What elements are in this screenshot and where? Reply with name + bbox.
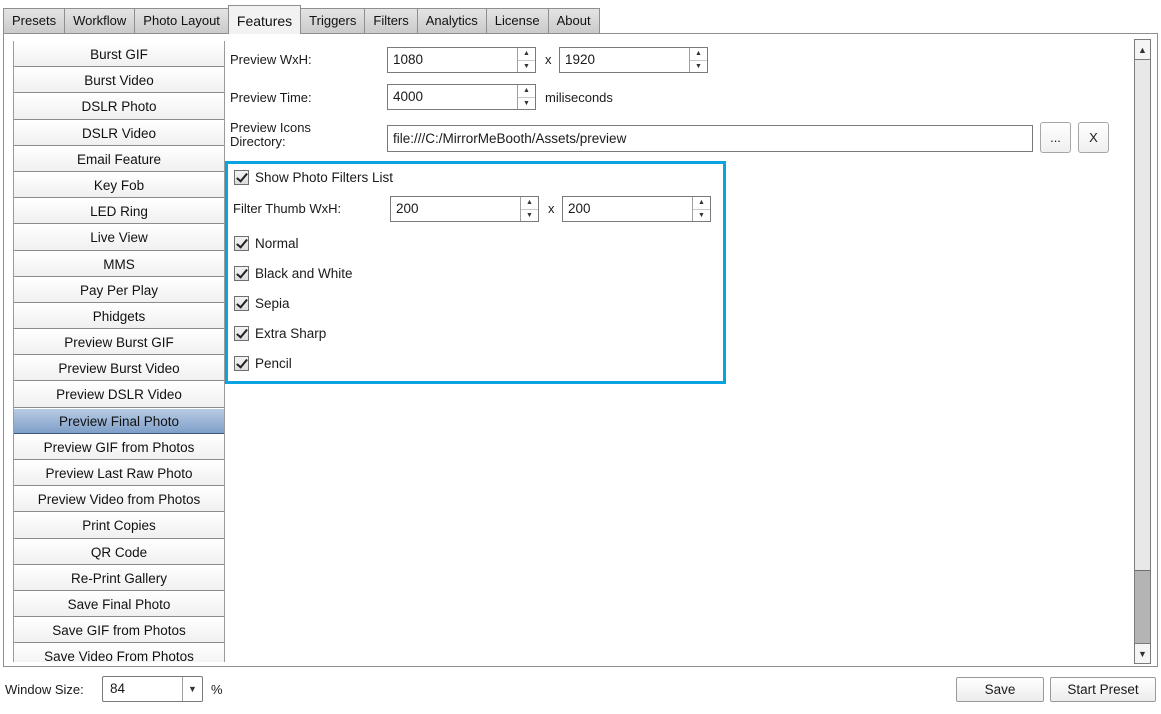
chevron-down-icon[interactable]: ▼ [182,677,202,701]
filter-pencil-checkbox[interactable]: Pencil [234,356,292,371]
show-photo-filters-checkbox[interactable]: Show Photo Filters List [234,170,393,185]
tab-triggers[interactable]: Triggers [300,8,366,34]
spin-up-icon[interactable]: ▲ [521,197,538,210]
filter-sepia-label: Sepia [255,296,290,311]
preview-wxh-label: Preview WxH: [230,52,312,67]
feature-item-led-ring[interactable]: LED Ring [14,198,224,225]
spin-up-icon[interactable]: ▲ [518,48,535,61]
tab-about[interactable]: About [547,8,600,34]
checkbox-checked-icon[interactable] [234,326,249,341]
spin-down-icon[interactable]: ▼ [693,210,710,222]
feature-item-re-print-gallery[interactable]: Re-Print Gallery [14,564,224,591]
filter-thumb-height-spinner[interactable]: 200 ▲ ▼ [562,196,711,222]
filter-normal-label: Normal [255,236,299,251]
preview-time-label: Preview Time: [230,90,312,105]
feature-list: Burst GIF Burst Video DSLR Photo DSLR Vi… [13,41,225,662]
preview-width-spinner[interactable]: 1080 ▲ ▼ [387,47,536,73]
feature-item-live-view[interactable]: Live View [14,224,224,251]
feature-item-burst-gif[interactable]: Burst GIF [14,41,224,68]
filter-sepia-checkbox[interactable]: Sepia [234,296,290,311]
preview-icons-dir-input[interactable]: file:///C:/MirrorMeBooth/Assets/preview [387,125,1033,152]
feature-item-pay-per-play[interactable]: Pay Per Play [14,276,224,303]
tab-photo-layout[interactable]: Photo Layout [134,8,229,34]
feature-item-preview-dslr-video[interactable]: Preview DSLR Video [14,381,224,408]
start-preset-button[interactable]: Start Preset [1050,677,1156,702]
feature-item-mms[interactable]: MMS [14,250,224,277]
preview-height-value[interactable]: 1920 [560,48,689,72]
window-size-value[interactable]: 84 [103,677,182,701]
preview-height-spinner[interactable]: 1920 ▲ ▼ [559,47,708,73]
photo-filters-highlight: Show Photo Filters List Filter Thumb WxH… [225,161,726,384]
feature-item-qr-code[interactable]: QR Code [14,538,224,565]
filter-thumb-label: Filter Thumb WxH: [233,201,342,216]
save-button[interactable]: Save [956,677,1044,702]
filter-extra-sharp-label: Extra Sharp [255,326,327,341]
tab-presets[interactable]: Presets [3,8,66,34]
filter-black-and-white-label: Black and White [255,266,353,281]
tab-features[interactable]: Features [227,5,302,34]
preview-time-unit: miliseconds [545,90,613,105]
feature-item-save-video-from-photos[interactable]: Save Video From Photos [14,643,224,662]
feature-item-dslr-video[interactable]: DSLR Video [14,119,224,146]
feature-item-save-gif-from-photos[interactable]: Save GIF from Photos [14,617,224,644]
checkbox-checked-icon[interactable] [234,236,249,251]
feature-item-preview-burst-gif[interactable]: Preview Burst GIF [14,329,224,356]
tab-workflow[interactable]: Workflow [64,8,136,34]
tab-analytics[interactable]: Analytics [416,8,487,34]
spin-down-icon[interactable]: ▼ [518,98,535,110]
feature-item-preview-gif-from-photos[interactable]: Preview GIF from Photos [14,433,224,460]
filter-thumb-width-value[interactable]: 200 [391,197,520,221]
checkbox-checked-icon[interactable] [234,266,249,281]
feature-item-preview-last-raw-photo[interactable]: Preview Last Raw Photo [14,460,224,487]
filter-pencil-label: Pencil [255,356,292,371]
tab-filters[interactable]: Filters [364,8,418,34]
tab-license[interactable]: License [485,8,549,34]
scroll-up-icon[interactable]: ▲ [1135,40,1150,60]
filter-black-and-white-checkbox[interactable]: Black and White [234,266,353,281]
preview-time-spinner[interactable]: 4000 ▲ ▼ [387,84,536,110]
spin-down-icon[interactable]: ▼ [518,61,535,73]
scroll-down-icon[interactable]: ▼ [1135,643,1150,663]
spin-up-icon[interactable]: ▲ [690,48,707,61]
feature-item-phidgets[interactable]: Phidgets [14,302,224,330]
feature-item-burst-video[interactable]: Burst Video [14,67,224,94]
preview-wxh-separator: x [545,52,552,67]
filter-thumb-separator: x [548,201,555,216]
show-photo-filters-label: Show Photo Filters List [255,170,394,185]
settings-pane: Preview WxH: 1080 ▲ ▼ x 1920 ▲ ▼ Preview T… [225,34,1127,666]
preview-icons-dir-label-2: Directory: [230,134,286,149]
filter-thumb-width-spinner[interactable]: 200 ▲ ▼ [390,196,539,222]
spin-down-icon[interactable]: ▼ [521,210,538,222]
filter-extra-sharp-checkbox[interactable]: Extra Sharp [234,326,326,341]
window-size-percent: % [211,682,223,697]
feature-item-preview-burst-video[interactable]: Preview Burst Video [14,355,224,382]
features-panel: Burst GIF Burst Video DSLR Photo DSLR Vi… [3,33,1158,667]
preview-time-value[interactable]: 4000 [388,85,517,109]
preview-width-value[interactable]: 1080 [388,48,517,72]
tab-bar: Presets Workflow Photo Layout Features T… [3,5,600,34]
window-size-label: Window Size: [5,682,84,697]
spin-up-icon[interactable]: ▲ [693,197,710,210]
browse-button[interactable]: ... [1040,122,1071,153]
clear-button[interactable]: X [1078,122,1109,153]
filter-thumb-height-value[interactable]: 200 [563,197,692,221]
spin-down-icon[interactable]: ▼ [690,61,707,73]
feature-item-key-fob[interactable]: Key Fob [14,171,224,199]
feature-item-save-final-photo[interactable]: Save Final Photo [14,590,224,618]
feature-item-print-copies[interactable]: Print Copies [14,512,224,539]
spin-up-icon[interactable]: ▲ [518,85,535,98]
window-size-combo[interactable]: 84 ▼ [102,676,203,702]
checkbox-checked-icon[interactable] [234,296,249,311]
filter-normal-checkbox[interactable]: Normal [234,236,299,251]
vertical-scrollbar[interactable]: ▲ ▼ [1134,39,1151,664]
checkbox-checked-icon[interactable] [234,356,249,371]
scrollbar-thumb[interactable] [1135,570,1150,643]
preview-icons-dir-label-1: Preview Icons [230,120,311,135]
checkbox-checked-icon[interactable] [234,170,249,185]
feature-item-dslr-photo[interactable]: DSLR Photo [14,93,224,120]
feature-item-email-feature[interactable]: Email Feature [14,145,224,172]
feature-item-preview-video-from-photos[interactable]: Preview Video from Photos [14,486,224,513]
feature-item-preview-final-photo[interactable]: Preview Final Photo [14,407,224,434]
